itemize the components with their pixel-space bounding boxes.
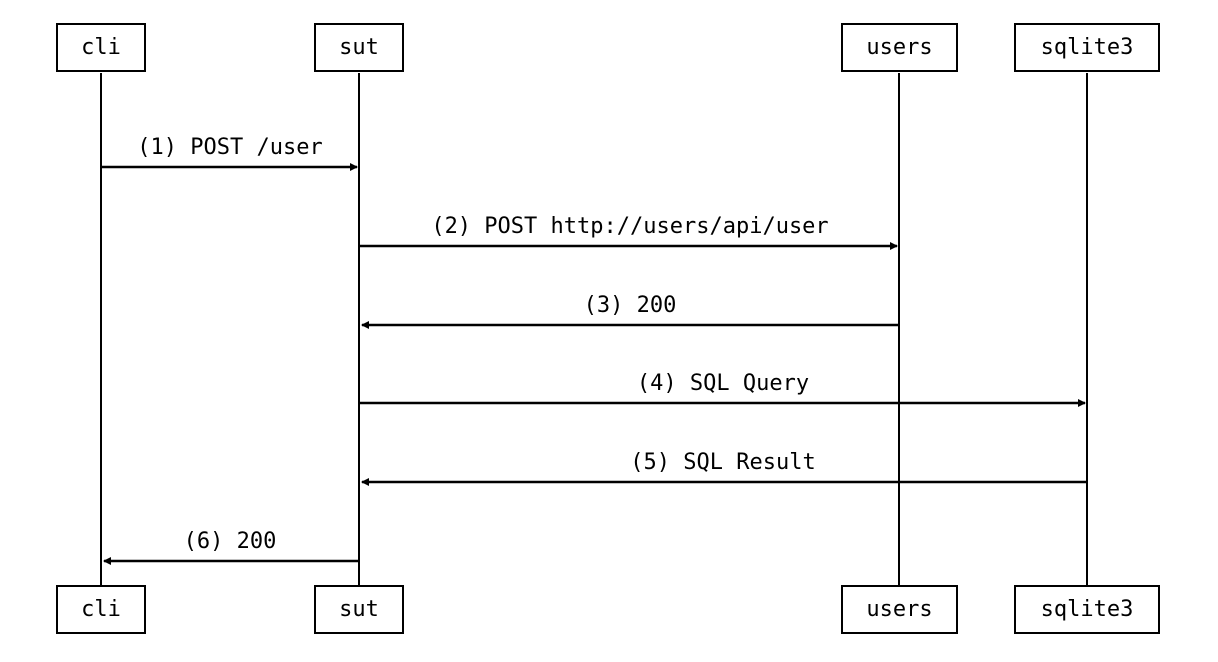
participant-sut-label-bottom: sut: [339, 597, 379, 622]
lifeline-users: [898, 73, 900, 585]
lifeline-sut: [358, 73, 360, 585]
participant-cli-bottom: cli: [56, 585, 146, 634]
message-1-label: (1) POST /user: [137, 135, 322, 160]
message-5-label: (5) SQL Result: [630, 450, 815, 475]
participant-sut-top: sut: [314, 23, 404, 72]
participant-sqlite3-label-top: sqlite3: [1041, 35, 1134, 60]
participant-sqlite3-bottom: sqlite3: [1014, 585, 1160, 634]
participant-sut-label-top: sut: [339, 35, 379, 60]
participant-sqlite3-top: sqlite3: [1014, 23, 1160, 72]
lifeline-sqlite3: [1086, 73, 1088, 585]
participant-sqlite3-label-bottom: sqlite3: [1041, 597, 1134, 622]
participant-cli-label-bottom: cli: [81, 597, 121, 622]
participant-sut-bottom: sut: [314, 585, 404, 634]
message-6-label: (6) 200: [184, 529, 277, 554]
message-3-label: (3) 200: [584, 293, 677, 318]
lifeline-cli: [100, 73, 102, 585]
participant-users-label-top: users: [866, 35, 932, 60]
participant-cli-label-top: cli: [81, 35, 121, 60]
sequence-arrows: [0, 0, 1218, 662]
message-2-label: (2) POST http://users/api/user: [431, 214, 828, 239]
participant-users-top: users: [841, 23, 958, 72]
participant-users-bottom: users: [841, 585, 958, 634]
message-4-label: (4) SQL Query: [637, 371, 809, 396]
participant-users-label-bottom: users: [866, 597, 932, 622]
participant-cli-top: cli: [56, 23, 146, 72]
